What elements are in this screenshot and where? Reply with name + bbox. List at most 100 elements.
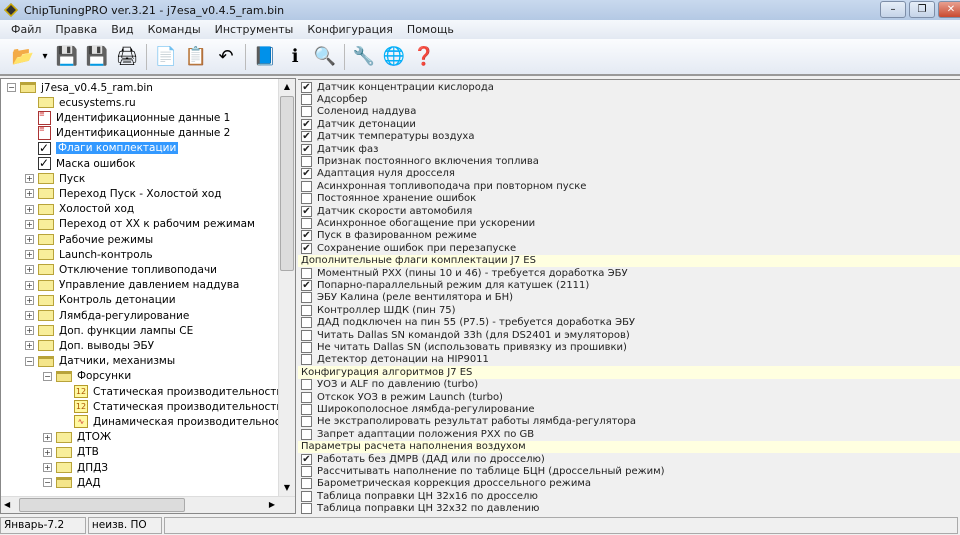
expand-icon[interactable]: + [25, 295, 34, 305]
save-icon[interactable]: 💾 [54, 44, 80, 70]
undo-icon[interactable]: ↶ [213, 44, 239, 70]
print-icon[interactable]: 🖨 [114, 44, 140, 70]
tree-node[interactable]: + Переход Пуск - Холостой ход [25, 186, 222, 201]
tree-node[interactable]: + ДПДЗ [43, 460, 108, 475]
checkbox[interactable] [301, 466, 312, 478]
expand-icon[interactable]: + [25, 235, 34, 244]
paste-icon[interactable]: 📋 [183, 44, 209, 70]
checkbox[interactable] [301, 193, 312, 205]
open-folder-icon[interactable]: 📂 [10, 44, 36, 70]
flag-checkbox-row[interactable]: ✔ Датчик фаз [298, 143, 960, 155]
tree-node[interactable]: + Пуск [25, 171, 85, 186]
expand-icon[interactable]: + [43, 463, 52, 472]
tree-node[interactable]: + Переход от ХХ к рабочим режимам [25, 217, 255, 232]
expand-icon[interactable]: + [25, 311, 34, 320]
expand-icon[interactable]: + [25, 250, 34, 260]
flag-checkbox-row[interactable]: Читать Dallas SN командой 33h (для DS240… [298, 329, 960, 341]
flag-checkbox-row[interactable]: ✔ Работать без ДМРВ (ДАД или по дросселю) [298, 453, 960, 465]
tools-icon[interactable]: 🔧 [351, 44, 377, 70]
tree-node[interactable]: 12 Статическая производительность фо [61, 384, 295, 399]
tree-node[interactable]: − ДАД [43, 475, 101, 490]
tree-node[interactable]: + Контроль детонации [25, 293, 176, 308]
tree-node[interactable]: ✓ Флаги комплектации [25, 141, 179, 156]
checkbox[interactable] [301, 490, 312, 502]
flag-checkbox-row[interactable]: Признак постоянного включения топлива [298, 155, 960, 168]
flag-checkbox-row[interactable]: Широкополосное лямбда-регулирование [298, 403, 960, 416]
checkbox[interactable] [301, 404, 312, 416]
tree-node[interactable]: + Холостой ход [25, 202, 134, 217]
tree-node[interactable]: ≡ Идентификационные данные 1 [25, 110, 230, 125]
checkbox[interactable] [301, 379, 312, 391]
close-button[interactable]: ✕ [938, 1, 960, 18]
flag-checkbox-row[interactable]: Асинхронное обогащение при ускорении [298, 217, 960, 230]
flag-checkbox-row[interactable]: Таблица поправки ЦН 32x32 по давлению [298, 503, 960, 515]
network-icon[interactable]: 🌐 [381, 44, 407, 70]
checkbox[interactable]: ✔ [301, 131, 312, 143]
tree-vertical-scrollbar[interactable]: ▲ ▼ [278, 79, 295, 496]
checkbox[interactable]: ✔ [301, 205, 312, 217]
flag-checkbox-row[interactable]: Отскок УОЗ в режим Launch (turbo) [298, 391, 960, 403]
info-icon[interactable]: ℹ [282, 44, 308, 70]
tree-node[interactable]: + Доп. функции лампы СЕ [25, 323, 193, 338]
flag-checkbox-row[interactable]: ЭБУ Калина (реле вентилятора и БН) [298, 292, 960, 304]
flag-checkbox-row[interactable]: Не экстраполировать результат работы лям… [298, 416, 960, 428]
tree-node[interactable]: − Датчики, механизмы [25, 354, 175, 369]
menu-item[interactable]: Файл [11, 23, 41, 36]
flag-checkbox-row[interactable]: Рассчитывать наполнение по таблице БЦН (… [298, 465, 960, 478]
tree-node[interactable]: + Лямбда-регулирование [25, 308, 189, 323]
expand-icon[interactable]: + [25, 204, 34, 214]
tree-node[interactable]: + Отключение топливоподачи [25, 262, 217, 277]
checkbox[interactable] [301, 416, 312, 428]
flag-checkbox-row[interactable]: Моментный РХХ (пины 10 и 46) - требуется… [298, 267, 960, 279]
flag-checkbox-row[interactable]: ✔ Сохранение ошибок при перезапуске [298, 242, 960, 254]
search-icon[interactable]: 🔍 [312, 44, 338, 70]
checkbox[interactable]: ✔ [301, 280, 312, 292]
flag-checkbox-row[interactable]: ✔ Датчик скорости автомобиля [298, 205, 960, 217]
tree-node[interactable]: + ДТВ [43, 445, 99, 460]
expand-icon[interactable]: + [25, 219, 34, 229]
checkbox[interactable] [301, 106, 312, 118]
flag-checkbox-row[interactable]: ✔ Пуск в фазированном режиме [298, 230, 960, 242]
tree-node[interactable]: ∿ Динамическая производительность [61, 414, 293, 429]
menu-item[interactable]: Конфигурация [307, 23, 393, 36]
tree-node[interactable]: ≡ Идентификационные данные 2 [25, 126, 230, 141]
collapse-icon[interactable]: − [25, 356, 34, 366]
menu-item[interactable]: Команды [148, 23, 201, 36]
checkbox[interactable] [301, 156, 312, 168]
expand-icon[interactable]: + [25, 189, 34, 199]
menu-item[interactable]: Помощь [407, 23, 454, 36]
checkbox[interactable]: ✔ [301, 143, 312, 155]
checkbox[interactable] [301, 292, 312, 304]
tree-node[interactable]: − j7esa_v0.4.5_ram.bin [7, 80, 153, 95]
tree-node[interactable]: − Форсунки [43, 369, 131, 384]
tree-node[interactable]: + Управление давлением наддува [25, 278, 239, 293]
checkbox[interactable]: ✔ [301, 81, 312, 93]
expand-icon[interactable]: + [43, 447, 52, 457]
flag-checkbox-row[interactable]: Запрет адаптации положения РХХ по GB [298, 428, 960, 440]
copy-icon[interactable]: 📄 [153, 44, 179, 70]
checkbox[interactable] [301, 478, 312, 490]
flag-checkbox-row[interactable]: Постоянное хранение ошибок [298, 193, 960, 205]
flag-checkbox-row[interactable]: ✔ Попарно-параллельный режим для катушек … [298, 279, 960, 292]
checkbox[interactable]: ✔ [301, 242, 312, 254]
flag-checkbox-row[interactable]: Не читать Dallas SN (использовать привяз… [298, 341, 960, 354]
menu-item[interactable]: Правка [55, 23, 97, 36]
flag-checkbox-row[interactable]: ✔ Датчик детонации [298, 118, 960, 130]
flag-checkbox-row[interactable]: Детектор детонации на HIP9011 [298, 354, 960, 366]
checkbox[interactable] [301, 218, 312, 230]
tree-horizontal-scrollbar[interactable]: ◀ ▶ [1, 496, 295, 513]
menu-item[interactable]: Инструменты [215, 23, 294, 36]
dropdown-arrow-icon[interactable]: ▾ [40, 44, 50, 70]
flag-checkbox-row[interactable]: Контроллер ШДК (пин 75) [298, 304, 960, 316]
flag-checkbox-row[interactable]: Асинхронная топливоподача при повторном … [298, 180, 960, 192]
checkbox[interactable] [301, 391, 312, 403]
checkbox[interactable] [301, 503, 312, 515]
maximize-button[interactable]: ❐ [909, 1, 935, 18]
checkbox[interactable]: ✔ [301, 453, 312, 465]
collapse-icon[interactable]: − [43, 371, 52, 381]
flag-checkbox-row[interactable]: ДАД подключен на пин 55 (P7.5) - требует… [298, 317, 960, 329]
menu-item[interactable]: Вид [111, 23, 133, 36]
checkbox[interactable] [301, 304, 312, 316]
expand-icon[interactable]: + [43, 432, 52, 442]
flag-checkbox-row[interactable]: Адсорбер [298, 93, 960, 106]
